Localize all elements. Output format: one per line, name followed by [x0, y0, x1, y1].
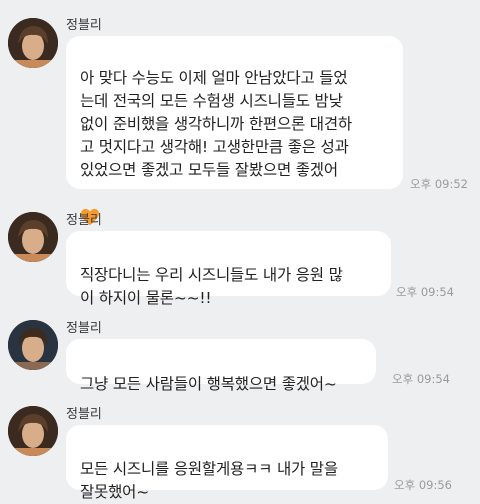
- message-bubble[interactable]: 아 맞다 수능도 이제 얼마 안남았다고 들었 는데 전국의 모든 수험생 시즈…: [66, 36, 403, 225]
- message-time: 오후 09:54: [396, 285, 454, 299]
- message-time: 오후 09:52: [410, 177, 468, 191]
- avatar[interactable]: [8, 212, 58, 262]
- avatar-photo: [8, 320, 58, 370]
- avatar-photo: [8, 406, 58, 456]
- avatar[interactable]: [8, 18, 58, 68]
- message-bubble[interactable]: 그냥 모든 사람들이 행복했으면 좋겠어~: [66, 339, 376, 393]
- sender-name: 정블리: [66, 213, 102, 228]
- sender-name: 정블리: [66, 407, 102, 422]
- message-text: 아 맞다 수능도 이제 얼마 안남았다고 들었 는데 전국의 모든 수험생 시즈…: [80, 69, 352, 179]
- message-text: 그냥 모든 사람들이 행복했으면 좋겠어~: [80, 375, 337, 393]
- sender-name: 정블리: [66, 18, 102, 33]
- message-text: 직장다니는 우리 시즈니들도 내가 응원 많 이 하지이 물론~~!!: [80, 266, 343, 307]
- avatar[interactable]: [8, 406, 58, 456]
- message-text: 모든 시즈니를 응원할게용ㅋㅋ 내가 말을 잘못했어~: [80, 460, 338, 501]
- message-time: 오후 09:54: [392, 372, 450, 386]
- message-bubble[interactable]: 모든 시즈니를 응원할게용ㅋㅋ 내가 말을 잘못했어~: [66, 425, 388, 501]
- avatar[interactable]: [8, 320, 58, 370]
- message-time: 오후 09:56: [394, 478, 452, 492]
- sender-name: 정블리: [66, 321, 102, 336]
- avatar-photo: [8, 18, 58, 68]
- message-bubble[interactable]: 직장다니는 우리 시즈니들도 내가 응원 많 이 하지이 물론~~!!: [66, 231, 391, 307]
- avatar-photo: [8, 212, 58, 262]
